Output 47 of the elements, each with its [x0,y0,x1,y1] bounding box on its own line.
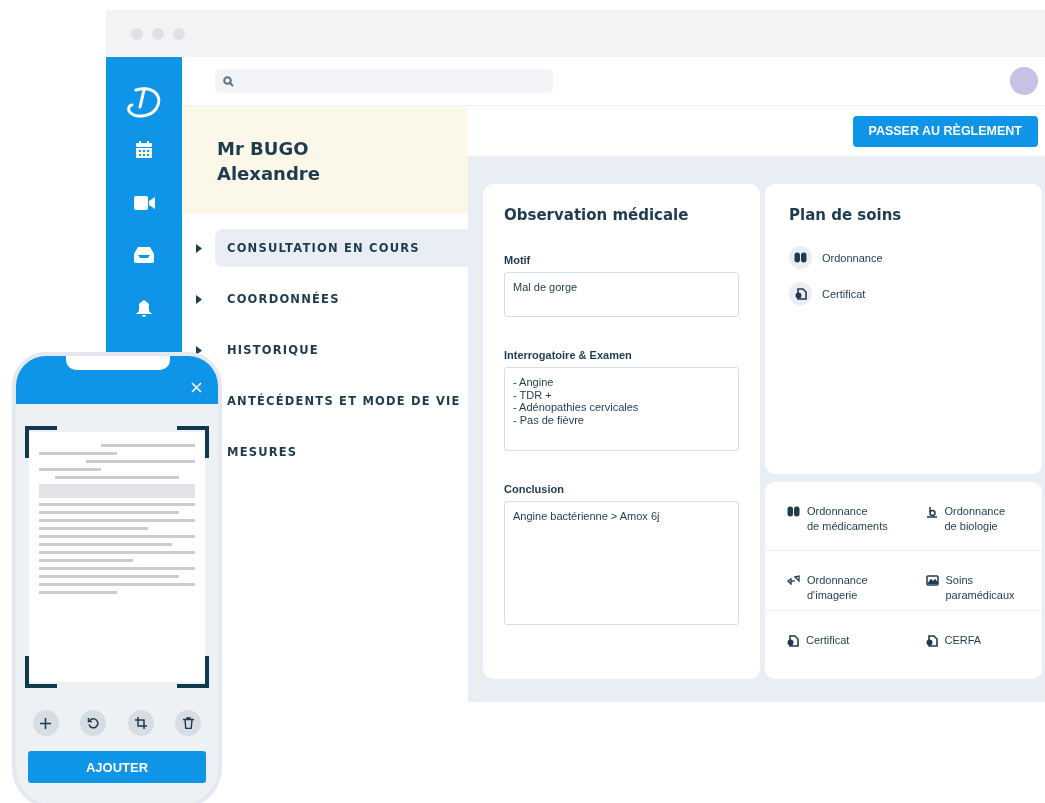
text-area[interactable]: Mal de gorge [504,272,739,317]
trash-icon [182,717,194,729]
nav-tab[interactable]: ANTÉCÉDENTS ET MODE DE VIE [227,382,468,420]
shortcut-link[interactable]: Ordonnance d'imagerie [807,573,868,602]
avatar[interactable] [1010,67,1038,95]
nav-tab[interactable]: HISTORIQUE [227,331,468,369]
field-label: Conclusion [504,483,565,495]
field-label: Interrogatoire & Examen [504,349,633,361]
pills-icon [787,506,800,517]
nav-tab[interactable]: MESURES [227,433,468,471]
inbox-icon[interactable] [134,247,154,263]
nav-tab[interactable]: COORDONNÉES [227,280,468,318]
video-camera-icon[interactable] [133,196,155,210]
add-page-button[interactable] [32,710,59,736]
document-icon [787,635,799,647]
rotate-icon [87,717,100,729]
shortcut-link[interactable]: Certificat [806,633,850,648]
card-title: Plan de soins [789,206,903,224]
shortcut-link[interactable]: Ordonnance de biologie [944,504,1006,533]
rotate-button[interactable] [80,710,107,736]
shortcut-link[interactable]: Soins paramédicaux [945,573,1015,602]
document-icon [794,287,807,300]
card-title: Observation médicale [504,206,690,224]
calendar-icon[interactable] [136,141,152,159]
care-plan-link[interactable]: Ordonnance [822,251,883,264]
text-area[interactable]: Angine bactérienne > Amox 6j [504,501,739,625]
shortcut-link[interactable]: Ordonnance de médicaments [807,504,888,533]
pills-icon [794,252,807,263]
close-icon[interactable] [191,381,202,393]
plus-icon [40,717,52,729]
shortcut-link[interactable]: CERFA [944,633,982,648]
care-plan-link[interactable]: Certificat [822,287,866,300]
nav-tab[interactable]: CONSULTATION EN COURS [215,229,468,267]
caret-icon [195,345,202,355]
text-area[interactable]: - Angine - TDR + - Adénopathies cervicales - Pas de fièvre [504,367,739,451]
delete-button[interactable] [175,710,202,736]
document-icon [925,635,938,647]
caret-icon [195,243,202,253]
search-icon [223,75,234,87]
field-label: Motif [504,254,532,266]
patient-name: Mr BUGO Alexandre [217,137,321,186]
bell-icon[interactable] [136,300,152,318]
crop-button[interactable] [127,710,154,736]
crop-icon [134,717,147,729]
search-field[interactable] [215,69,553,93]
caret-icon [195,294,202,304]
picture-icon [925,575,939,586]
